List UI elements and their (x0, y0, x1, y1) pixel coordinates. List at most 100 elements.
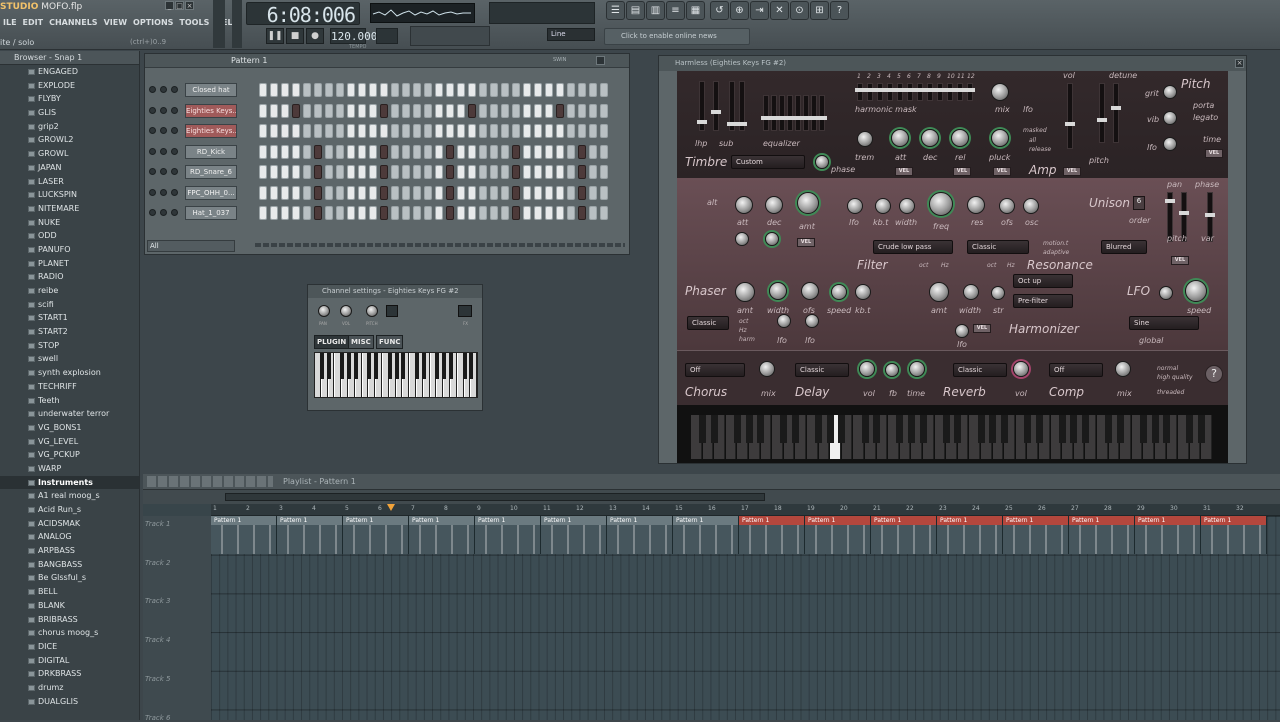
step-button[interactable] (259, 83, 267, 97)
step-button[interactable] (369, 185, 377, 200)
step-button[interactable] (457, 144, 465, 159)
step-button[interactable] (435, 144, 443, 159)
step-button[interactable] (578, 165, 586, 179)
step-button[interactable] (600, 124, 608, 138)
step-button[interactable] (534, 83, 542, 97)
black-key[interactable] (861, 415, 869, 443)
browser-item[interactable]: reibe (0, 284, 139, 298)
black-key[interactable] (815, 415, 823, 443)
amp-vel-button[interactable]: VEL (1063, 167, 1081, 176)
lfo-global-option[interactable]: global (1139, 336, 1163, 345)
browser-item[interactable]: JAPAN (0, 161, 139, 175)
step-button[interactable] (424, 165, 432, 179)
harmonic-mask-slider[interactable] (855, 83, 865, 101)
filter-osc-knob[interactable] (1023, 198, 1039, 214)
phaser-lfo-knob-1[interactable] (777, 314, 791, 328)
step-button[interactable] (380, 185, 388, 200)
step-button[interactable] (578, 124, 586, 138)
track-label[interactable]: Track 1 (145, 520, 170, 528)
volume-knob[interactable] (171, 106, 178, 114)
black-key[interactable] (347, 353, 351, 379)
step-button[interactable] (314, 124, 322, 138)
step-button[interactable] (270, 103, 278, 118)
browser-item[interactable]: DIGITAL (0, 654, 139, 668)
step-button[interactable] (281, 124, 289, 138)
browser-item[interactable]: LASER (0, 175, 139, 189)
step-button[interactable] (512, 185, 520, 200)
step-button[interactable] (578, 206, 586, 220)
menu-view[interactable]: VIEW (101, 18, 130, 32)
step-button[interactable] (556, 83, 564, 97)
step-button[interactable] (600, 185, 608, 200)
step-button[interactable] (490, 83, 498, 97)
snap-select[interactable]: Line (547, 28, 595, 41)
pan-knob[interactable] (318, 305, 330, 317)
fx-slot[interactable] (458, 305, 472, 317)
step-button[interactable] (501, 144, 509, 159)
browser-item[interactable]: BLANK (0, 599, 139, 613)
harmonic-mask-slider[interactable] (865, 83, 875, 101)
stop-icon[interactable]: ■ (286, 28, 304, 44)
channel-name-button[interactable]: Eighties Keys... (185, 124, 237, 138)
phaser-ofs-knob[interactable] (801, 282, 819, 300)
step-button[interactable] (380, 103, 388, 118)
step-button[interactable] (567, 165, 575, 179)
black-key[interactable] (1163, 415, 1171, 443)
step-button[interactable] (446, 124, 454, 138)
close-icon[interactable]: × (1235, 59, 1244, 68)
step-button[interactable] (292, 124, 300, 138)
pan-knob[interactable] (160, 168, 167, 175)
step-button[interactable] (281, 103, 289, 118)
harmonizer-lfo-knob[interactable] (955, 324, 969, 338)
pattern-clip[interactable]: Pattern 1 (211, 516, 277, 554)
adaptive-option[interactable]: adaptive (1043, 249, 1069, 256)
browser-item[interactable]: GLIS (0, 106, 139, 120)
browser-item[interactable]: NUKE (0, 216, 139, 230)
phaser-width-knob[interactable] (769, 282, 787, 300)
browser-item[interactable]: A1 real moog_s (0, 489, 139, 503)
black-key[interactable] (826, 415, 834, 443)
step-button[interactable] (303, 185, 311, 200)
lhp-slider[interactable] (697, 81, 707, 131)
step-button[interactable] (567, 83, 575, 97)
phaser-mode-select[interactable]: Classic (687, 316, 729, 330)
snap-controls[interactable] (410, 26, 490, 46)
browser-item[interactable]: GROWL (0, 147, 139, 161)
browser-item[interactable]: VG_BONS1 (0, 421, 139, 435)
help-icon[interactable]: ? (1205, 365, 1223, 383)
eq-band-slider[interactable] (801, 95, 811, 131)
detune-slider-2[interactable] (1111, 83, 1121, 143)
black-key[interactable] (449, 353, 453, 379)
master-volume-slider[interactable] (213, 0, 225, 48)
pause-icon[interactable]: ❚❚ (266, 28, 284, 44)
step-button[interactable] (413, 124, 421, 138)
step-button[interactable] (369, 206, 377, 220)
grit-knob[interactable] (1163, 85, 1177, 99)
step-button[interactable] (501, 103, 509, 118)
step-button[interactable] (358, 124, 366, 138)
browser-item[interactable]: BELL (0, 585, 139, 599)
black-key[interactable] (387, 353, 392, 379)
volume-knob[interactable] (171, 127, 178, 134)
pan-knob[interactable] (160, 209, 167, 216)
step-button[interactable] (391, 165, 399, 179)
step-button[interactable] (468, 144, 476, 159)
step-button[interactable] (347, 83, 355, 97)
browser-item[interactable]: LUCKSPIN (0, 188, 139, 202)
step-sequencer-icon[interactable]: ▥ (646, 1, 665, 20)
tab-plugin[interactable]: PLUGIN (314, 335, 350, 349)
step-button[interactable] (391, 206, 399, 220)
all-option[interactable]: all (1029, 137, 1036, 144)
step-button[interactable] (336, 83, 344, 97)
lfo-depth-knob[interactable] (1159, 286, 1173, 300)
step-button[interactable] (380, 206, 388, 220)
pattern-clip[interactable]: Pattern 1 (277, 516, 343, 554)
step-button[interactable] (446, 103, 454, 118)
pattern-clip[interactable]: Pattern 1 (739, 516, 805, 554)
mixer-icon[interactable]: ≡ (666, 1, 685, 20)
step-button[interactable] (512, 124, 520, 138)
step-button[interactable] (589, 206, 597, 220)
step-button[interactable] (270, 144, 278, 159)
step-button[interactable] (501, 185, 509, 200)
step-button[interactable] (358, 165, 366, 179)
